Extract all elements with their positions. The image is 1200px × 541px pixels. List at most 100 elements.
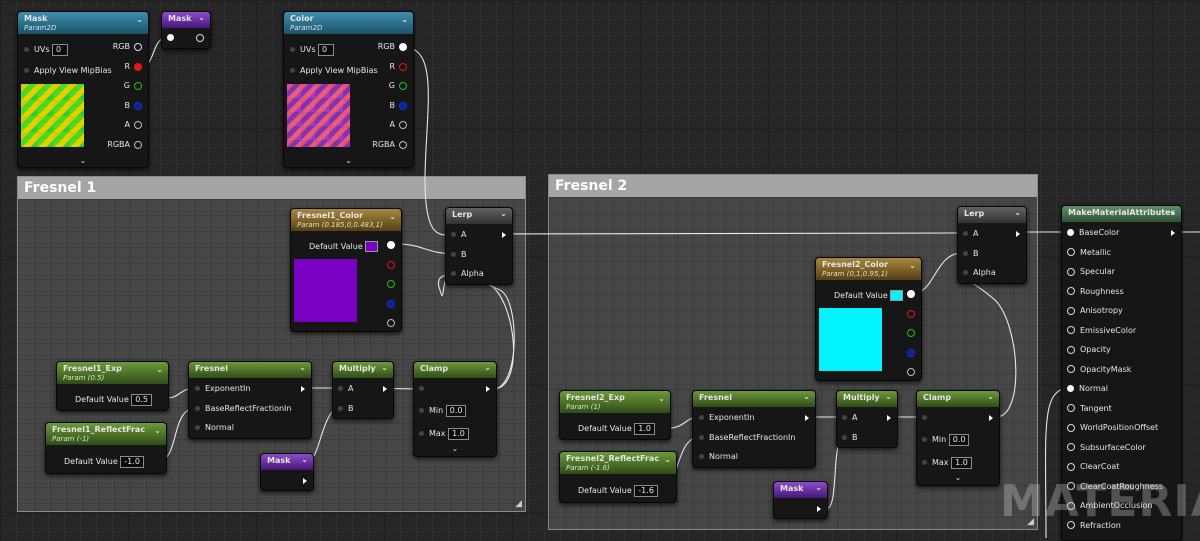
- uvs-input[interactable]: UVs 0: [24, 44, 69, 56]
- output-g[interactable]: G: [124, 81, 142, 91]
- input-normal[interactable]: Normal: [699, 452, 738, 462]
- node-header[interactable]: Fresnel1_Exp Param (0.5) ⌄: [57, 362, 168, 384]
- pin-icon[interactable]: [922, 415, 927, 420]
- node-fresnel1-exp[interactable]: Fresnel1_Exp Param (0.5) ⌄ Default Value…: [56, 361, 169, 411]
- chevron-down-icon[interactable]: ⌄: [987, 392, 994, 401]
- node-mask-1[interactable]: Mask ⌄: [260, 453, 314, 491]
- chevron-down-icon[interactable]: ⌄: [500, 209, 507, 218]
- pin-icon[interactable]: [399, 140, 407, 149]
- output-pin[interactable]: [811, 504, 821, 514]
- node-lerp-1[interactable]: Lerp ⌄ A B Alpha: [445, 207, 513, 285]
- input-pin[interactable]: [167, 33, 179, 43]
- pin-icon[interactable]: [195, 425, 200, 430]
- input-value[interactable]: [419, 384, 429, 394]
- output-pin[interactable]: [297, 476, 307, 486]
- max-value-field[interactable]: 1.0: [951, 457, 972, 469]
- output-rgba[interactable]: RGBA: [372, 140, 407, 150]
- pin-icon[interactable]: [134, 101, 142, 110]
- node-mask-param[interactable]: Mask ⌄: [161, 11, 211, 49]
- output-a[interactable]: [903, 367, 915, 377]
- node-header[interactable]: Color Param2D ⌄: [284, 12, 413, 34]
- output-g[interactable]: [383, 279, 395, 289]
- pin-icon[interactable]: [387, 260, 395, 269]
- input-b[interactable]: B: [451, 250, 467, 260]
- pin-icon[interactable]: [842, 435, 847, 440]
- pin-icon[interactable]: [338, 406, 343, 411]
- min-value-field[interactable]: 0.0: [445, 405, 467, 417]
- chevron-down-icon[interactable]: ⌄: [664, 455, 671, 464]
- pin-icon[interactable]: [387, 299, 395, 308]
- default-value-row[interactable]: Default Value 0.5: [75, 394, 153, 406]
- pin-icon[interactable]: [1067, 229, 1074, 236]
- color-picker[interactable]: [365, 241, 379, 252]
- output-result[interactable]: [377, 384, 387, 394]
- input-roughness[interactable]: Roughness: [1067, 287, 1124, 297]
- chevron-down-icon[interactable]: ⌄: [381, 363, 388, 372]
- input-worldpositionoffset[interactable]: WorldPositionOffset: [1067, 423, 1158, 433]
- pin-icon[interactable]: [922, 460, 927, 465]
- pin-icon[interactable]: [290, 47, 295, 52]
- pin-icon[interactable]: [922, 437, 927, 442]
- pin-icon[interactable]: [290, 68, 295, 73]
- pin-icon[interactable]: [842, 415, 847, 420]
- output-pin[interactable]: [196, 33, 209, 43]
- node-fresnel-2[interactable]: Fresnel ⌄ ExponentIn BaseReflectFraction…: [692, 390, 816, 468]
- output-value[interactable]: [666, 485, 670, 495]
- pin-icon[interactable]: [1067, 423, 1075, 432]
- input-basereflectfractionin[interactable]: BaseReflectFractionIn: [195, 404, 291, 414]
- input-opacity[interactable]: Opacity: [1067, 345, 1111, 355]
- pin-icon[interactable]: [399, 62, 407, 71]
- input-tangent[interactable]: Tangent: [1067, 404, 1112, 414]
- node-header[interactable]: Lerp ⌄: [446, 208, 512, 224]
- node-fresnel1-color[interactable]: Fresnel1_Color Param (0.185,0,0.483,1) ⌄…: [290, 208, 402, 332]
- input-exponentin[interactable]: ExponentIn: [699, 413, 754, 423]
- input-basereflectfractionin[interactable]: BaseReflectFractionIn: [699, 433, 795, 443]
- node-header[interactable]: Fresnel1_Color Param (0.185,0,0.483,1) ⌄: [291, 209, 401, 231]
- input-basecolor[interactable]: BaseColor: [1067, 228, 1119, 238]
- output-rgb[interactable]: [383, 240, 395, 250]
- chevron-down-icon[interactable]: ⌄: [815, 483, 822, 492]
- input-emissivecolor[interactable]: EmissiveColor: [1067, 326, 1136, 336]
- pin-icon[interactable]: [451, 271, 456, 276]
- node-mask-texture[interactable]: Mask Param2D ⌄ UVs 0 Apply View MipBias …: [17, 11, 149, 168]
- output-value[interactable]: [660, 423, 664, 433]
- uvs-input[interactable]: UVs 0: [290, 44, 335, 56]
- input-a[interactable]: A: [338, 384, 353, 394]
- pin-icon[interactable]: [907, 289, 915, 298]
- chevron-down-icon[interactable]: ⌄: [136, 15, 143, 24]
- pin-icon[interactable]: [399, 81, 407, 90]
- input-a[interactable]: A: [842, 413, 857, 423]
- input-a[interactable]: A: [451, 230, 466, 240]
- chevron-down-icon[interactable]: ⌄: [401, 15, 408, 24]
- input-alpha[interactable]: Alpha: [451, 269, 484, 279]
- default-value-row[interactable]: Default Value 1.0: [578, 423, 656, 435]
- resize-grip-icon[interactable]: ◢: [515, 499, 522, 509]
- input-min[interactable]: Min 0.0: [922, 434, 970, 446]
- chevron-down-icon[interactable]: ⌄: [154, 426, 161, 435]
- pin-icon[interactable]: [134, 140, 142, 149]
- chevron-down-icon[interactable]: ⌄: [1014, 208, 1021, 217]
- chevron-down-icon[interactable]: ⌄: [299, 363, 306, 372]
- pin-icon[interactable]: [134, 120, 142, 129]
- node-multiply-1[interactable]: Multiply ⌄ A B: [332, 361, 394, 419]
- comment-title[interactable]: Fresnel 2: [549, 175, 1037, 197]
- input-alpha[interactable]: Alpha: [963, 268, 996, 278]
- chevron-down-icon[interactable]: ⌄: [156, 365, 163, 374]
- node-header[interactable]: Fresnel2_Color Param (0,1,0.95,1) ⌄: [816, 258, 921, 280]
- node-header[interactable]: Mask Param2D ⌄: [18, 12, 148, 34]
- uvs-value-field[interactable]: 0: [52, 44, 69, 56]
- node-header[interactable]: Mask ⌄: [162, 12, 210, 28]
- input-a[interactable]: A: [963, 229, 978, 239]
- pin-icon[interactable]: [1067, 443, 1075, 451]
- output-rgba[interactable]: RGBA: [107, 140, 142, 150]
- value-field[interactable]: -1.6: [634, 485, 658, 497]
- pin-icon[interactable]: [134, 62, 142, 71]
- chevron-down-icon[interactable]: ⌄: [301, 455, 308, 464]
- pin-icon[interactable]: [907, 348, 915, 357]
- pin-icon[interactable]: [195, 386, 200, 391]
- output-a[interactable]: A: [390, 120, 407, 130]
- chevron-down-icon[interactable]: ⌄: [803, 392, 810, 401]
- output-result[interactable]: [881, 413, 891, 423]
- output-value[interactable]: [158, 394, 162, 404]
- comment-title[interactable]: Fresnel 1: [18, 177, 525, 199]
